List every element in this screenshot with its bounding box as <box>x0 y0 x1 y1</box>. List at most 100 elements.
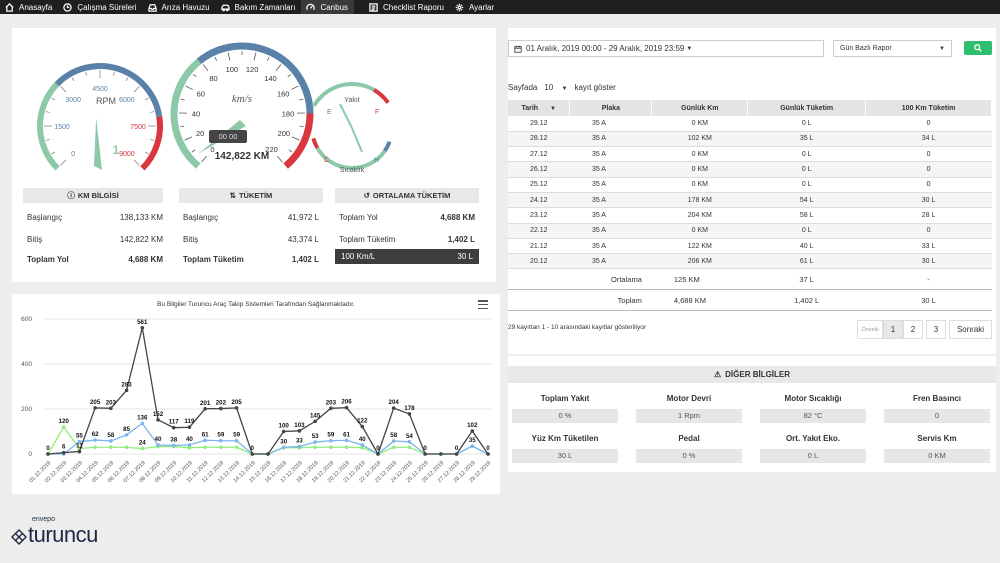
table-row: 21.12 35 A 122 KM 40 L 33 L <box>508 238 992 255</box>
consumption-row: Başlangıç 41,972 L <box>183 210 319 224</box>
km-end-label: Bitiş <box>27 234 43 244</box>
speed-tick-mark <box>184 136 193 141</box>
avg-km-label: Toplam Yol <box>339 212 378 222</box>
nav-checklist-raporu[interactable]: Checklist Raporu <box>354 0 450 14</box>
table-cell: 30 L <box>865 192 992 209</box>
table-cell: 35 A <box>569 207 652 224</box>
chart-data-point <box>250 452 255 456</box>
speed-tick-label: 20 <box>196 129 204 138</box>
nav-label: Checklist Raporu <box>383 2 444 12</box>
avg-per100-label: 100 Km/L <box>341 252 376 261</box>
chart-data-label: 30 <box>280 438 287 445</box>
column-header-date[interactable]: Tarih ▼ <box>508 100 571 116</box>
pager-prev[interactable]: Önceki <box>857 320 883 339</box>
table-cell: 58 L <box>747 207 866 224</box>
table-cell: 0 <box>865 223 992 239</box>
table-cell: 35 A <box>569 177 652 193</box>
km-total-label: Toplam Yol <box>27 254 69 264</box>
rpm-tick-mark <box>150 139 155 141</box>
avg-row: Toplam Yol 4,688 KM <box>339 210 475 224</box>
nav-ayarlar[interactable]: Ayarlar <box>450 0 500 14</box>
table-cell: 29.12 <box>508 116 570 132</box>
page-size-suffix: kayıt göster <box>574 83 616 92</box>
chart-data-label: 0 <box>455 445 459 452</box>
chart-data-point <box>234 445 239 450</box>
info-engine-rpm: Motor Devri 1 Rpm <box>636 394 742 423</box>
chart-data-label: 85 <box>123 426 130 433</box>
date-range-picker[interactable]: 01 Aralık, 2019 00:00 - 29 Aralık, 2019 … <box>508 40 824 57</box>
rpm-tick-mark <box>133 159 140 166</box>
nav-label: Bakım Zamanları <box>234 2 296 12</box>
rpm-value-label: 1 <box>113 143 120 157</box>
chart-data-point <box>109 406 113 411</box>
table-cell: 24.12 <box>508 192 570 209</box>
cons-start-label: Başlangıç <box>183 212 219 222</box>
chart-data-label: 102 <box>467 422 478 429</box>
table-cell: 27.12 <box>508 146 570 163</box>
chart-data-label: 205 <box>90 399 101 406</box>
table-cell: 0 <box>865 146 992 163</box>
speed-tick-mark <box>180 125 185 128</box>
speed-tick-mark <box>287 73 292 78</box>
nav-bakim-zamanlari[interactable]: Bakım Zamanları <box>216 0 302 14</box>
nav-canbus[interactable]: Canbus <box>301 0 355 14</box>
nav-ariza-havuzu[interactable]: Arıza Havuzu <box>143 0 216 14</box>
report-summary: Ortalama 125 KM 37 L - Toplam 4,688 KM 1… <box>508 268 992 312</box>
line-chart: 020040060001.12.201902.12.201903.12.2019… <box>21 316 493 484</box>
info-fuel-eco: Ort. Yakıt Eko. 0 L <box>760 434 866 463</box>
rpm-tick-mark <box>60 86 67 93</box>
table-row: 25.12 35 A0 KM 0 L0 <box>508 177 992 193</box>
table-row: 24.12 35 A 178 KM 54 L 30 L <box>508 192 992 209</box>
column-header-daily-km[interactable]: Günlük Km <box>651 100 749 116</box>
table-cell: 35 A <box>569 161 652 178</box>
fuel-arc-high <box>372 88 390 104</box>
chart-data-label: 145 <box>310 412 321 419</box>
speed-tick-mark <box>214 56 218 61</box>
pager-page-1[interactable]: 1 <box>883 320 903 339</box>
chart-data-point <box>219 438 223 443</box>
chart-data-label: 62 <box>92 431 99 438</box>
page-size-select[interactable]: 10 ▼ <box>541 83 570 92</box>
rpm-tick-label: 9000 <box>119 151 135 158</box>
report-type-select[interactable]: Gün Bazlı Rapor ▼ <box>833 40 952 57</box>
speed-tick-mark <box>291 85 299 90</box>
info-total-fuel: Toplam Yakıt 0 % <box>512 394 618 423</box>
chart-data-point <box>61 425 66 429</box>
chart-data-label: 59 <box>217 432 224 439</box>
search-button[interactable] <box>964 41 992 55</box>
report-type-value: Gün Bazlı Rapor <box>840 45 892 52</box>
pager-next[interactable]: Sonraki <box>949 320 992 339</box>
table-row: 22.12 35 A0 KM 0 L0 <box>508 223 992 239</box>
avg-row-highlight: 100 Km/L 30 L <box>335 249 479 264</box>
info-value: 0 L <box>760 449 866 463</box>
column-header-per100[interactable]: 100 Km Tüketim <box>865 100 992 116</box>
table-cell: 122 KM <box>651 238 748 255</box>
rpm-tick-label: 3000 <box>65 97 81 104</box>
info-label: Pedal <box>678 434 700 443</box>
chart-data-point <box>407 440 412 444</box>
avg-cons-value: 1,402 L <box>447 234 475 244</box>
info-value: 0 KM <box>884 449 990 463</box>
rpm-tick-mark <box>150 111 155 113</box>
nav-label: Canbus <box>320 2 349 12</box>
info-value: 0 % <box>636 449 742 463</box>
nav-calisma-sureleri[interactable]: Çalışma Süreleri <box>58 0 142 14</box>
table-cell: 33 L <box>865 238 992 255</box>
gauge-panel: 0 1500 3000 4500 6000 7500 9000 RPM 1 0 20 40 60 80 1… <box>12 28 496 282</box>
avg-km-value: 4,688 KM <box>440 212 475 222</box>
nav-anasayfa[interactable]: Anasayfa <box>0 0 58 14</box>
speed-tick-mark <box>299 98 304 101</box>
table-cell: 0 L <box>747 177 866 193</box>
column-header-plate[interactable]: Plaka <box>569 100 653 116</box>
avg-cons-label: Toplam Tüketim <box>339 234 396 244</box>
chart-data-label: 58 <box>390 432 397 439</box>
column-header-daily-consumption[interactable]: Günlük Tüketim <box>747 100 867 116</box>
chart-data-point <box>344 405 349 410</box>
rpm-tick-label: 7500 <box>130 124 146 131</box>
pager-page-3[interactable]: 3 <box>926 320 946 339</box>
pager-page-2[interactable]: 2 <box>903 320 923 339</box>
speed-tick-mark <box>266 56 270 61</box>
report-table-body: 29.12 35 A0 KM 0 L 0 28.12 35 A 102 KM 35 L 34 L… <box>508 116 992 270</box>
table-cell: 26.12 <box>508 161 570 178</box>
chart-data-label: 61 <box>343 431 350 438</box>
